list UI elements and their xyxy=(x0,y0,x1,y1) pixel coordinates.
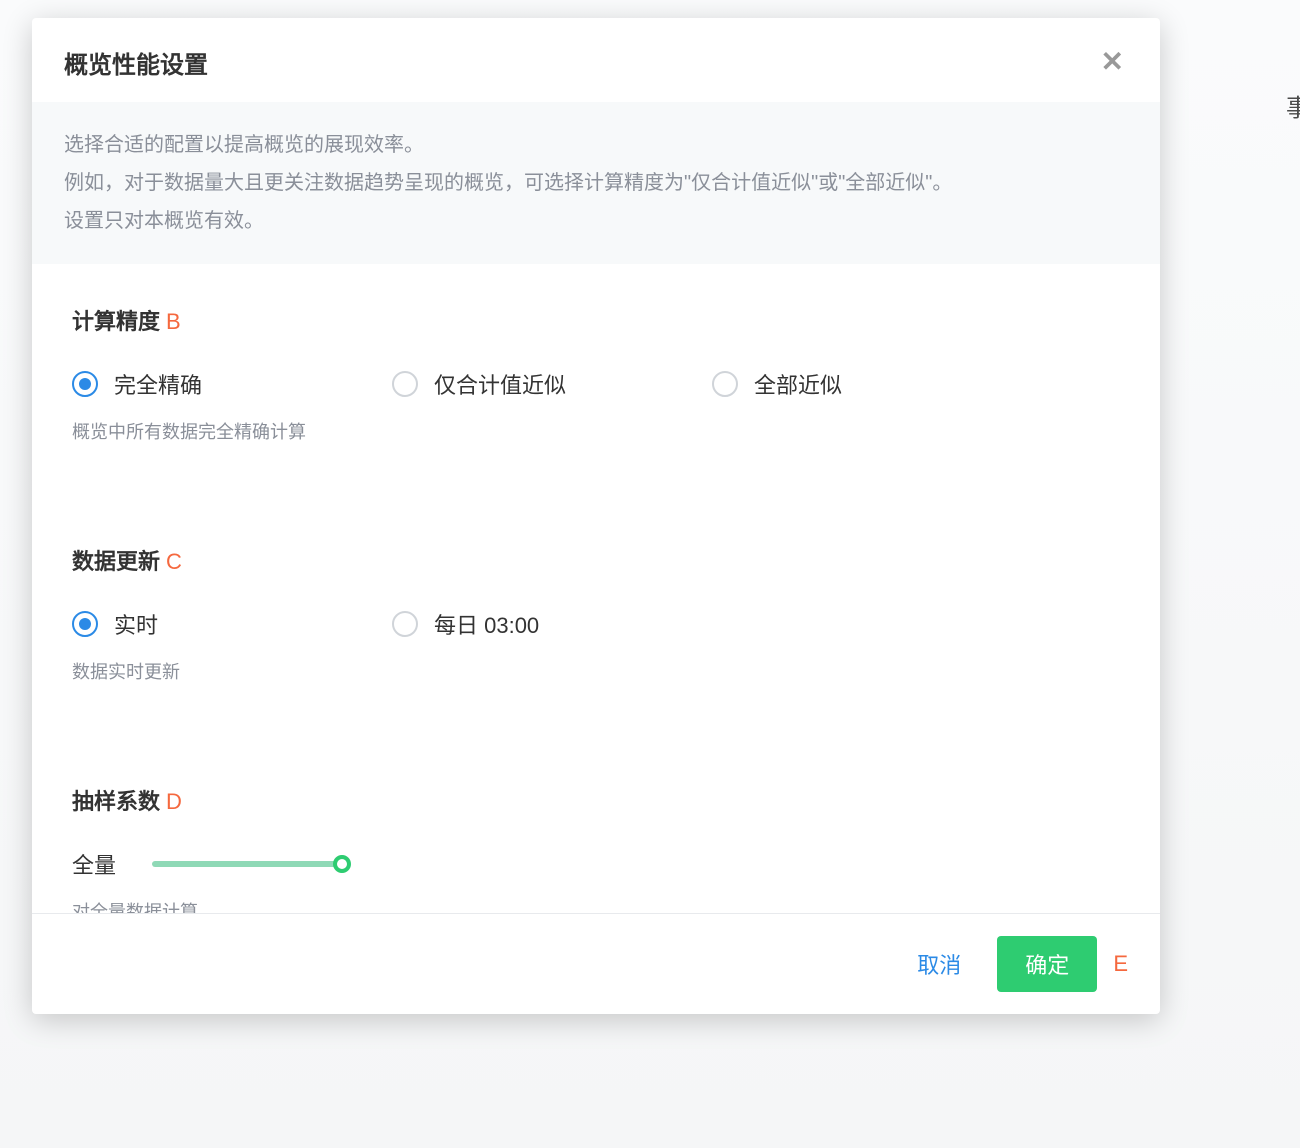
performance-settings-modal: 概览性能设置 ✕ 选择合适的配置以提高概览的展现效率。 例如，对于数据量大且更关… xyxy=(32,18,1160,1014)
radio-label: 全部近似 xyxy=(754,368,842,400)
radio-icon xyxy=(392,611,418,637)
sampling-slider[interactable] xyxy=(152,861,342,867)
section-update: 数据更新 C 实时 每日 03:00 数据实时更新 xyxy=(72,544,1120,684)
sampling-value-label: 全量 xyxy=(72,848,122,880)
modal-description-line: 选择合适的配置以提高概览的展现效率。 xyxy=(64,126,1128,164)
modal-description-line: 例如，对于数据量大且更关注数据趋势呈现的概览，可选择计算精度为"仅合计值近似"或… xyxy=(64,164,1128,202)
bg-text-fragment-right: 事 xyxy=(1286,88,1300,123)
sampling-slider-row: 全量 xyxy=(72,848,1120,880)
section-precision: 计算精度 B 完全精确 仅合计值近似 全部近似 概览中所有数据完全精确计算 xyxy=(72,304,1120,444)
section-title-sampling: 抽样系数 xyxy=(72,784,160,816)
badge-e: E xyxy=(1113,951,1128,977)
section-title-row: 抽样系数 D xyxy=(72,784,1120,816)
modal-body: 计算精度 B 完全精确 仅合计值近似 全部近似 概览中所有数据完全精确计算 xyxy=(32,264,1160,913)
radio-option-approx-all[interactable]: 全部近似 xyxy=(712,368,1012,400)
section-hint-precision: 概览中所有数据完全精确计算 xyxy=(72,418,1120,444)
radio-label: 每日 03:00 xyxy=(434,608,539,640)
section-title-update: 数据更新 xyxy=(72,544,160,576)
modal-footer: 取消 确定 E xyxy=(32,913,1160,1014)
slider-handle-icon[interactable] xyxy=(333,855,351,873)
cancel-button[interactable]: 取消 xyxy=(905,940,973,988)
radio-icon xyxy=(72,611,98,637)
radio-option-daily[interactable]: 每日 03:00 xyxy=(392,608,692,640)
badge-b: B xyxy=(166,309,181,335)
section-hint-sampling: 对全量数据计算 xyxy=(72,898,1120,913)
close-icon[interactable]: ✕ xyxy=(1097,44,1128,80)
radio-group-update: 实时 每日 03:00 xyxy=(72,608,1120,640)
radio-option-realtime[interactable]: 实时 xyxy=(72,608,372,640)
badge-c: C xyxy=(166,549,182,575)
modal-description: 选择合适的配置以提高概览的展现效率。 例如，对于数据量大且更关注数据趋势呈现的概… xyxy=(32,102,1160,264)
radio-label: 完全精确 xyxy=(114,368,202,400)
section-hint-update: 数据实时更新 xyxy=(72,658,1120,684)
radio-label: 实时 xyxy=(114,608,158,640)
radio-icon xyxy=(392,371,418,397)
radio-option-approx-totals[interactable]: 仅合计值近似 xyxy=(392,368,692,400)
section-title-row: 数据更新 C xyxy=(72,544,1120,576)
badge-d: D xyxy=(166,789,182,815)
modal-header: 概览性能设置 ✕ xyxy=(32,18,1160,102)
section-title-precision: 计算精度 xyxy=(72,304,160,336)
radio-option-exact[interactable]: 完全精确 xyxy=(72,368,372,400)
radio-icon xyxy=(712,371,738,397)
modal-title: 概览性能设置 xyxy=(64,45,208,80)
section-title-row: 计算精度 B xyxy=(72,304,1120,336)
modal-description-line: 设置只对本概览有效。 xyxy=(64,202,1128,240)
section-sampling: 抽样系数 D 全量 对全量数据计算 xyxy=(72,784,1120,913)
radio-label: 仅合计值近似 xyxy=(434,368,566,400)
confirm-button[interactable]: 确定 xyxy=(997,936,1097,992)
radio-group-precision: 完全精确 仅合计值近似 全部近似 xyxy=(72,368,1120,400)
radio-icon xyxy=(72,371,98,397)
